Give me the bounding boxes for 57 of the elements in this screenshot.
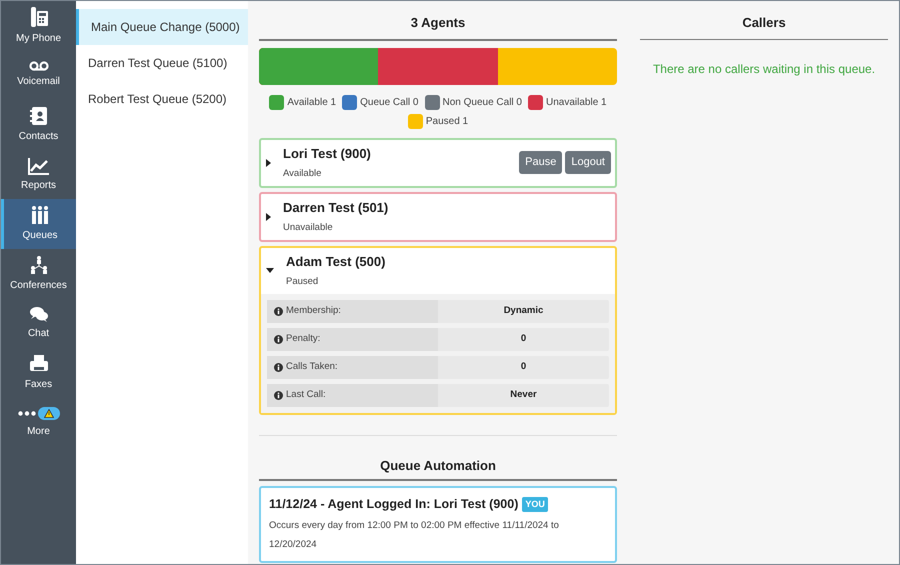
agent-name: Adam Test (500)	[286, 252, 386, 271]
caret-icon[interactable]	[266, 212, 271, 220]
chat-icon	[28, 305, 48, 324]
legend-label: Non Queue Call 0	[442, 96, 522, 110]
queue-item[interactable]: Robert Test Queue (5200)	[76, 81, 248, 117]
detail-value: Never	[509, 388, 538, 402]
nav-item[interactable]: More	[1, 398, 76, 448]
detail-label: Last Call:	[267, 384, 438, 406]
nav-item[interactable]: Chat	[1, 298, 76, 348]
nav-item[interactable]: Contacts	[1, 100, 76, 150]
agent-action-button[interactable]: Pause	[519, 151, 562, 174]
detail-label: Penalty:	[267, 328, 438, 350]
nav-item[interactable]: Reports	[1, 150, 76, 200]
voicemail-icon	[28, 61, 48, 72]
warning-icon	[44, 409, 54, 418]
agent-status: Unavailable	[283, 221, 334, 236]
agent-status: Paused	[286, 275, 320, 290]
more-icon	[18, 411, 36, 416]
detail-value: 0	[520, 332, 528, 346]
automation-title: 11/12/24 - Agent Logged In: Lori Test (900)	[269, 496, 518, 513]
info-icon	[274, 334, 283, 344]
fax-icon	[28, 354, 48, 374]
legend-label: Queue Call 0	[360, 96, 418, 110]
phone-icon	[28, 6, 48, 28]
people-icon	[30, 205, 50, 226]
section-title: Queue Automation	[259, 436, 617, 481]
info-icon	[274, 306, 283, 316]
legend-label: Paused 1	[426, 114, 468, 128]
nav-item[interactable]: Faxes	[1, 348, 76, 398]
agent-action-button[interactable]: Logout	[565, 151, 611, 174]
empty-message: There are no callers waiting in this queue.	[652, 60, 876, 78]
info-icon	[274, 362, 283, 372]
nav-item[interactable]: Conferences	[1, 248, 76, 299]
agent-name: Darren Test (501)	[283, 198, 390, 217]
legend-label: Unavailable 1	[546, 96, 607, 110]
detail-value: 0	[520, 360, 528, 374]
detail-value: Dynamic	[502, 304, 544, 318]
queue-item[interactable]: Darren Test Queue (5100)	[76, 45, 248, 81]
you-badge: YOU	[522, 496, 548, 512]
detail-label: Membership:	[267, 300, 438, 322]
caret-icon[interactable]	[266, 158, 271, 166]
chart-icon	[28, 156, 50, 175]
detail-label: Calls Taken:	[267, 356, 438, 378]
contacts-icon	[30, 106, 48, 126]
section-title: 3 Agents	[259, 1, 617, 40]
agent-status: Available	[283, 167, 322, 182]
info-icon	[274, 390, 283, 400]
conference-icon	[28, 254, 48, 275]
section-title: Callers	[640, 1, 888, 40]
caret-icon[interactable]	[266, 268, 274, 273]
nav-item[interactable]: Queues	[1, 199, 76, 249]
nav-item[interactable]: Voicemail	[1, 50, 76, 100]
queue-item[interactable]: Main Queue Change (5000)	[76, 9, 248, 45]
legend-label: Available 1	[287, 96, 336, 110]
agent-name: Lori Test (900)	[283, 144, 372, 163]
nav-item[interactable]: My Phone	[1, 1, 76, 51]
automation-description: Occurs every day from 12:00 PM to 02:00 PM effective 11/11/2024 to 12/20/2024	[269, 518, 560, 552]
